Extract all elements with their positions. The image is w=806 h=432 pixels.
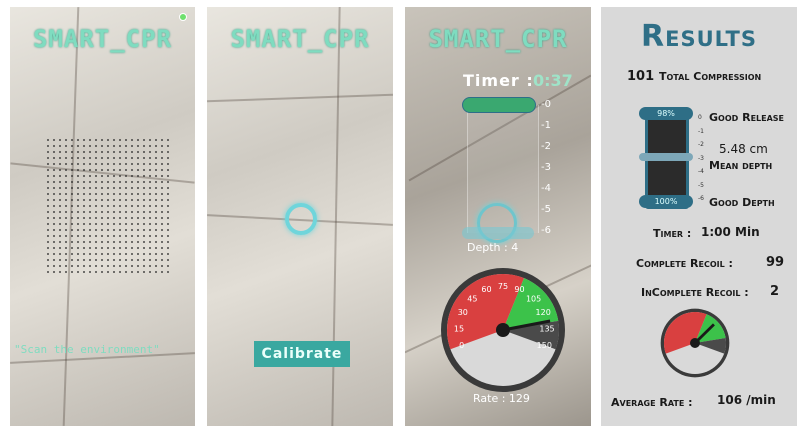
rate-readout: Rate : 129 [473,392,530,405]
incomplete-recoil-value: 2 [770,284,780,299]
results-screen: Results 101 Total Compression 98% 100% 0… [601,7,797,426]
depth-tick: -6 [541,225,551,236]
gauge-tick-label: 15 [454,325,464,334]
depth-tick: -5 [541,204,551,215]
gauge-tick-label: 0 [459,341,464,350]
depth-readout: Depth : 4 [467,241,519,254]
gauge-tick-label: 45 [467,294,477,303]
mean-depth-value: 5.48 cm [719,142,768,156]
app-title: SMART_CPR [428,25,568,53]
timer-label: Timer : [463,71,534,90]
gauge-tick-label: 30 [458,308,468,317]
gauge-hub [496,323,510,337]
placement-reticle-icon[interactable] [285,203,317,235]
results-title: Results [641,19,757,54]
mean-depth-marker [639,153,693,161]
depth-plate [462,227,534,239]
status-dot-icon [179,13,187,21]
total-compression-value: 101 [627,69,655,84]
incomplete-recoil-label: InComplete Recoil : [641,286,749,299]
gauge-tick-label: 135 [539,325,554,334]
average-rate-label: Average Rate : [611,396,693,409]
gauge-tick-label: 90 [514,285,524,294]
results-depth-ticks: 0 -1 -2 -3 -4 -5 -6 [698,114,704,202]
calibrate-screen: SMART_CPR Calibrate [207,7,393,426]
app-title: SMART_CPR [230,25,370,53]
average-rate-gauge [660,308,730,378]
results-timer-label: Timer : [653,227,692,240]
average-rate-value: 106 /min [717,393,776,407]
mean-depth-label: Mean depth [709,159,773,172]
gauge-tick-label: 120 [536,308,551,317]
total-compression-label: Total Compression [659,70,762,83]
gauge-tick-label: 150 [537,341,552,350]
scan-instruction: "Scan the environment" [14,343,160,356]
depth-tick: -4 [541,183,551,194]
depth-tick: -0 [541,99,551,110]
calibrate-button[interactable]: Calibrate [254,341,350,367]
depth-tick: -3 [541,162,551,173]
good-release-label: Good Release [709,111,785,124]
gauge-tick-label: 75 [498,282,508,291]
gauge-tick-label: 105 [526,294,541,303]
good-depth-label: Good Depth [709,196,775,209]
plane-detection-points [45,137,170,277]
app-title: SMART_CPR [32,25,173,53]
cpr-session-screen: SMART_CPR Timer : 0:37 -0 -1 -2 -3 -4 -5… [405,7,591,426]
results-timer-value: 1:00 Min [701,225,760,239]
good-depth-pill: 100% [639,195,693,208]
depth-tick: -2 [541,141,551,152]
scan-screen: SMART_CPR "Scan the environment" [10,7,195,426]
gauge-tick-label: 60 [481,285,491,294]
timer-value: 0:37 [533,71,573,90]
release-indicator [462,97,536,113]
depth-tick: -1 [541,120,551,131]
complete-recoil-label: Complete Recoil : [636,257,733,270]
complete-recoil-value: 99 [766,255,785,270]
good-release-pill: 98% [639,107,693,120]
floor-tile-line [207,93,393,103]
gauge-hub [690,338,700,348]
rate-gauge: 0 15 30 45 60 75 90105 120 135 150 [441,268,565,392]
